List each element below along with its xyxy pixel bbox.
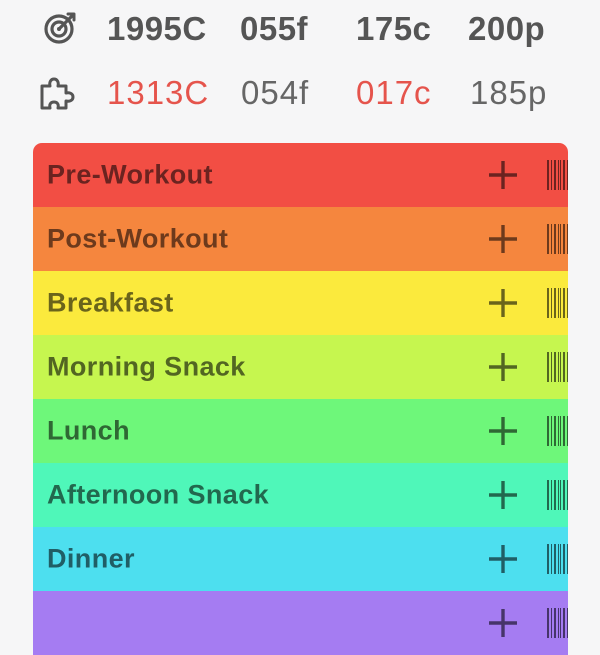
meal-row[interactable]: Afternoon Snack (33, 463, 568, 527)
meal-label: Dinner (47, 543, 135, 574)
plus-icon[interactable] (485, 413, 521, 449)
barcode-icon[interactable] (547, 608, 568, 638)
barcode-icon[interactable] (547, 160, 568, 190)
plus-icon[interactable] (485, 285, 521, 321)
meal-label: Pre-Workout (47, 159, 213, 190)
meal-row[interactable]: Dinner (33, 527, 568, 591)
barcode-icon[interactable] (547, 288, 568, 318)
meal-row[interactable]: Morning Snack (33, 335, 568, 399)
plus-icon[interactable] (485, 541, 521, 577)
plus-icon[interactable] (485, 157, 521, 193)
meal-row[interactable]: Breakfast (33, 271, 568, 335)
plus-icon[interactable] (485, 477, 521, 513)
meal-row[interactable]: Post-Workout (33, 207, 568, 271)
barcode-icon[interactable] (547, 224, 568, 254)
goal-calories: 1995C (107, 9, 207, 47)
goal-protein: 200p (468, 9, 546, 47)
barcode-icon[interactable] (547, 416, 568, 446)
meal-label: Afternoon Snack (47, 479, 270, 510)
puzzle-icon (38, 70, 82, 114)
plus-icon[interactable] (485, 605, 521, 641)
meal-list: Pre-Workout Post-Workout Breakfast Morning … (33, 143, 568, 655)
target-icon (38, 6, 82, 50)
remaining-carbs: 017c (356, 73, 432, 111)
goal-carbs: 175c (356, 9, 432, 47)
plus-icon[interactable] (485, 349, 521, 385)
remaining-protein: 185p (470, 73, 548, 111)
meal-row[interactable] (33, 591, 568, 655)
goal-fat: 055f (240, 9, 309, 47)
meal-label: Breakfast (47, 287, 174, 318)
meal-label: Morning Snack (47, 351, 246, 382)
barcode-icon[interactable] (547, 352, 568, 382)
remaining-row: 1313C 054f 017c 185p (0, 70, 600, 114)
plus-icon[interactable] (485, 221, 521, 257)
meal-row[interactable]: Lunch (33, 399, 568, 463)
meal-row[interactable]: Pre-Workout (33, 143, 568, 207)
daily-goals-row: 1995C 055f 175c 200p (0, 6, 600, 50)
barcode-icon[interactable] (547, 544, 568, 574)
remaining-fat: 054f (241, 73, 310, 111)
barcode-icon[interactable] (547, 480, 568, 510)
meal-label: Lunch (47, 415, 130, 446)
remaining-calories: 1313C (107, 73, 210, 111)
meal-label: Post-Workout (47, 223, 229, 254)
